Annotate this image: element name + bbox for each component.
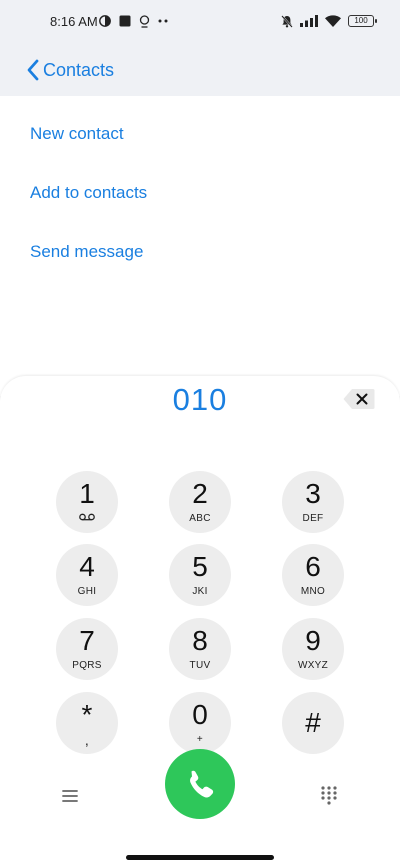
key-9[interactable]: 9 WXYZ — [282, 618, 344, 680]
key-letters: , — [84, 732, 90, 748]
back-button[interactable]: Contacts — [26, 54, 114, 86]
key-4[interactable]: 4 GHI — [56, 544, 118, 606]
back-label: Contacts — [43, 59, 115, 80]
signal-icon — [300, 15, 318, 27]
phone-icon — [190, 770, 214, 798]
more-dots-icon — [158, 19, 168, 23]
voicemail-icon — [79, 513, 95, 521]
key-letters: WXYZ — [297, 660, 329, 671]
menu-icon[interactable] — [58, 786, 82, 806]
key-letters: DEF — [302, 513, 324, 524]
home-indicator[interactable] — [126, 855, 274, 860]
key-digit: 9 — [305, 625, 321, 656]
chevron-left-icon — [27, 59, 39, 81]
key-digit: 7 — [79, 625, 95, 656]
action-list: New contact Add to contacts Send message — [0, 96, 400, 396]
dialpad-sheet: 010 1 2 ABC 3 DEF 4 GHI 5 JKI 6 MNO 7 PQ… — [0, 376, 400, 866]
dialpad-grid-icon[interactable] — [318, 784, 340, 806]
key-letters: + — [196, 734, 204, 745]
key-digit: 8 — [192, 625, 208, 656]
key-digit: 3 — [305, 478, 321, 509]
key-7[interactable]: 7 PQRS — [56, 618, 118, 680]
key-letters: PQRS — [72, 660, 102, 671]
add-to-contacts-action[interactable]: Add to contacts — [30, 183, 147, 203]
key-5[interactable]: 5 JKI — [169, 544, 231, 606]
key-hash[interactable]: # — [282, 692, 344, 754]
location-icon — [139, 14, 150, 28]
key-letters: JKI — [192, 586, 208, 597]
key-letters: MNO — [300, 586, 326, 597]
call-button[interactable] — [165, 749, 235, 819]
key-digit: * — [81, 699, 93, 730]
key-0[interactable]: 0 + — [169, 692, 231, 754]
key-2[interactable]: 2 ABC — [169, 471, 231, 533]
status-bar: 8:16 AM 100 — [0, 0, 400, 44]
key-digit: 2 — [192, 478, 208, 509]
key-8[interactable]: 8 TUV — [169, 618, 231, 680]
status-left-icons — [99, 13, 170, 29]
key-letters: GHI — [77, 586, 97, 597]
key-3[interactable]: 3 DEF — [282, 471, 344, 533]
battery-level: 100 — [354, 16, 368, 25]
backspace-button[interactable] — [343, 388, 375, 410]
new-contact-action[interactable]: New contact — [30, 124, 124, 144]
key-6[interactable]: 6 MNO — [282, 544, 344, 606]
status-time: 8:16 AM — [50, 14, 98, 29]
key-letters: ABC — [189, 513, 211, 524]
dialed-number: 010 — [172, 382, 228, 417]
key-digit: 0 — [192, 699, 208, 730]
wifi-icon — [325, 15, 341, 27]
key-star[interactable]: * , — [56, 692, 118, 754]
header: Contacts — [0, 44, 400, 96]
key-digit: # — [305, 707, 321, 738]
mute-bell-icon — [281, 14, 293, 28]
square-icon — [119, 15, 131, 27]
send-message-action[interactable]: Send message — [30, 242, 143, 262]
status-right-icons: 100 — [281, 13, 377, 29]
key-digit: 5 — [192, 551, 208, 582]
battery-icon: 100 — [348, 15, 377, 27]
key-1[interactable]: 1 — [56, 471, 118, 533]
key-letters: TUV — [189, 660, 211, 671]
key-digit: 1 — [79, 478, 95, 509]
key-digit: 4 — [79, 551, 95, 582]
vpn-icon — [99, 15, 111, 27]
key-digit: 6 — [305, 551, 321, 582]
